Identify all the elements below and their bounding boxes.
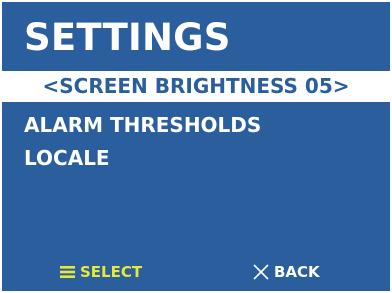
close-icon [252, 263, 274, 281]
menu-item-label: ALARM THRESHOLDS [24, 113, 262, 137]
menu-icon [60, 265, 80, 279]
back-label: BACK [274, 263, 320, 281]
menu-item-label: <SCREEN BRIGHTNESS 05> [42, 74, 350, 98]
settings-screen: SETTINGS <SCREEN BRIGHTNESS 05> ALARM TH… [0, 0, 392, 293]
menu-item-locale[interactable]: LOCALE [2, 143, 390, 174]
settings-panel: SETTINGS <SCREEN BRIGHTNESS 05> ALARM TH… [2, 2, 390, 291]
select-softkey[interactable]: SELECT [60, 259, 142, 285]
menu-item-screen-brightness[interactable]: <SCREEN BRIGHTNESS 05> [2, 71, 390, 102]
select-label: SELECT [80, 263, 143, 281]
menu-item-label: LOCALE [24, 146, 110, 170]
page-title: SETTINGS [24, 16, 231, 59]
back-softkey[interactable]: BACK [252, 259, 320, 285]
menu-item-alarm-thresholds[interactable]: ALARM THRESHOLDS [2, 110, 390, 141]
